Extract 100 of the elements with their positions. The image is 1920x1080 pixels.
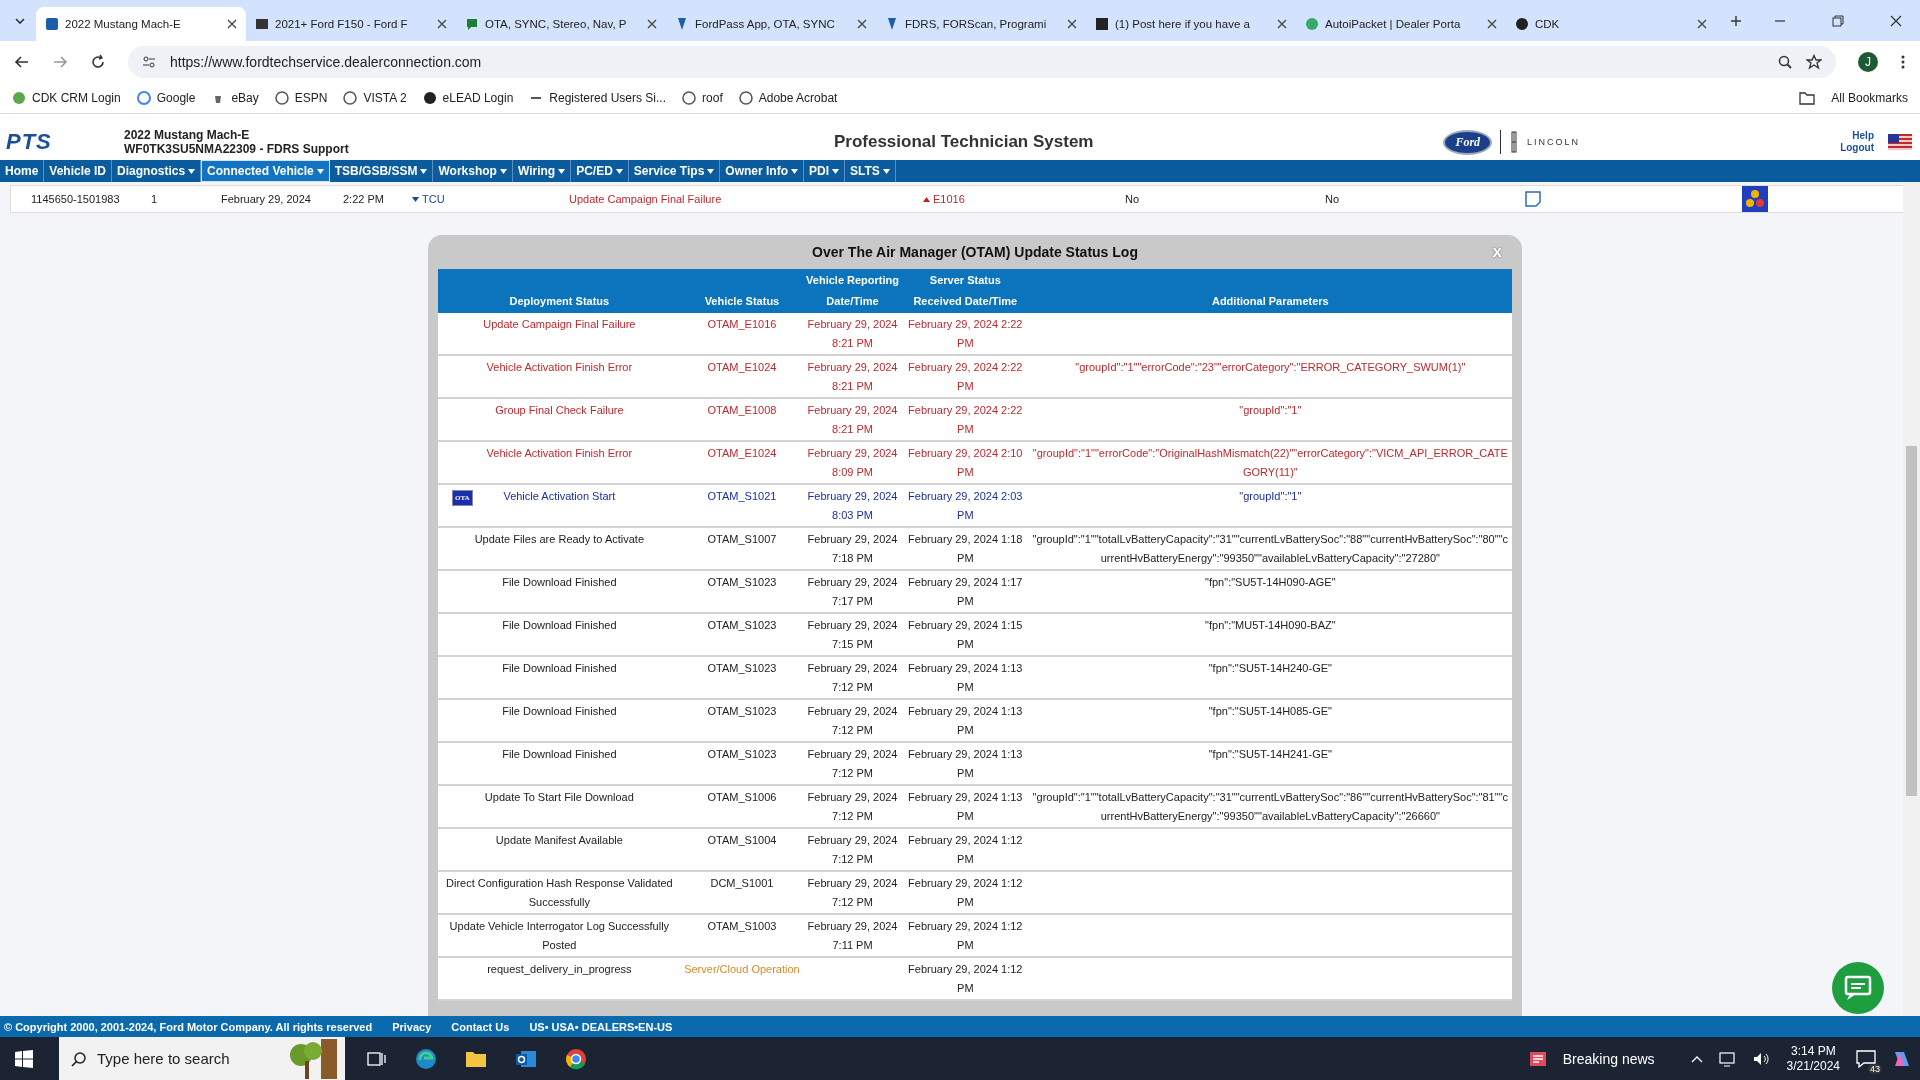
vehicle-status: OTAM_S1006 [707,791,777,803]
forward-icon[interactable] [52,54,68,70]
deployment-status: Vehicle Activation Start [503,490,616,502]
deployment-status: request_delivery_in_progress [487,963,632,975]
update-icon[interactable] [1742,186,1768,212]
network-icon[interactable] [1718,1050,1737,1067]
nav-menu-item[interactable]: Connected Vehicle [201,160,330,182]
windows-start-icon[interactable] [15,1049,33,1068]
copyright-text: © Copyright 2000, 2001-2024, Ford Motor Company. All rights reserved [4,1020,373,1033]
close-icon[interactable] [227,19,237,29]
parameters-text: "groupId":"1""totalLvBatteryCapacity":"31""currentLvBatterySoc":"88""currentHvBatterySoc":"80""currentHvBatteryEnergy":"99350""availableLvBatteryCapacity":"27280" [1032,533,1509,564]
site-info-icon[interactable] [142,55,156,69]
taskbar-search-field[interactable]: Type here to search [59,1037,345,1080]
zoom-icon[interactable] [1778,55,1792,69]
bookmark-icon[interactable] [274,91,289,105]
received-time: February 29, 2024 1:12 PM [908,877,1023,908]
deployment-status: File Download Finished [502,748,617,760]
menu-icon[interactable] [1900,54,1906,70]
close-icon[interactable] [437,19,447,29]
close-icon[interactable] [1890,14,1902,27]
new-tab-icon[interactable] [1730,14,1742,27]
bookmark-folder[interactable]: All Bookmarks [1831,91,1908,105]
caret-icon [791,168,798,174]
help-link[interactable]: Help [1852,130,1874,142]
caret-icon [188,168,196,174]
scrollbar[interactable] [1903,182,1920,1016]
table-cell-text: Update Campaign Final Failure [569,193,723,205]
clock-date[interactable]: 3/21/2024 [1786,1058,1840,1074]
notification-icon[interactable] [1856,1049,1876,1068]
code-link[interactable]: E1016 [933,193,965,205]
bookmark-icon[interactable] [738,91,753,105]
reported-time: February 29, 2024 8:21 PM [807,361,898,392]
module-link[interactable]: TCU [422,193,445,205]
site-logo[interactable]: PTS [6,129,124,155]
bookmark-link[interactable]: ESPN [294,91,328,105]
browser-tab[interactable]: 2021+ Ford F150 - Ford F [246,7,456,41]
reload-icon[interactable] [90,54,106,70]
bookmark-link[interactable]: CDK CRM Login [32,91,121,105]
bookmark-link[interactable]: Registered Users Si... [549,91,667,105]
close-icon[interactable] [647,19,657,29]
received-time: February 29, 2024 2:22 PM [908,318,1023,349]
tab-title: 2021+ Ford F150 - Ford F [275,18,409,30]
close-icon[interactable] [1487,19,1497,29]
parameters-text: "fpn":"SU5T-14H241-GE" [1208,748,1332,760]
edge-icon[interactable] [415,1047,437,1070]
bookmark-link[interactable]: eBay [231,91,259,105]
search-icon [71,1050,87,1067]
bookmark-icon[interactable] [343,91,358,105]
browser-tab[interactable]: OTA, SYNC, Stereo, Nav, P [456,7,666,41]
news-icon[interactable] [1528,1050,1547,1067]
browser-tab[interactable]: CDK [1506,7,1716,41]
footer-link[interactable]: Privacy [392,1020,432,1033]
address-field[interactable]: https://www.fordtechservice.dealerconnection.com [128,46,1836,78]
close-icon[interactable] [1067,19,1077,29]
browser-icon[interactable] [565,1047,587,1070]
task-view-icon[interactable] [367,1049,387,1068]
tab-title: (1) Post here if you have a [1115,18,1251,30]
bookmark-link[interactable]: eLEAD Login [442,91,514,105]
bookmark-link[interactable]: Google [156,91,196,105]
deployment-status: Update Vehicle Interrogator Log Successfully Posted [449,920,670,951]
browser-tab[interactable]: 2022 Mustang Mach-E [36,7,246,41]
favicon-icon [45,17,59,31]
bookmark-link[interactable]: Adobe Acrobat [758,91,838,105]
bookmark-icon[interactable] [682,91,697,105]
logout-link[interactable]: Logout [1840,142,1874,154]
bookmark-link[interactable]: VISTA 2 [363,91,407,105]
folder-icon[interactable] [1799,91,1816,105]
bookmark-link[interactable]: roof [702,91,723,105]
profile-avatar[interactable]: J [1858,52,1878,72]
caret-icon[interactable] [923,196,930,202]
vehicle-status: DCM_S1001 [710,877,774,889]
browser-tab[interactable]: AutoiPacket | Dealer Porta [1296,7,1506,41]
chat-icon[interactable] [1832,962,1884,1014]
chevron-up-icon[interactable] [1690,1054,1703,1063]
close-icon[interactable] [1697,19,1707,29]
note-icon[interactable] [1525,191,1541,207]
close-icon[interactable] [857,19,867,29]
browser-tab[interactable]: (1) Post here if you have a [1086,7,1296,41]
star-icon[interactable] [1806,54,1822,70]
bookmark-icon[interactable] [422,91,437,105]
restore-icon[interactable] [1832,14,1844,27]
scrollbar-thumb[interactable] [1906,446,1917,796]
footer-link[interactable]: Contact Us [451,1020,510,1033]
placeholder-text: Type here to search [97,1050,231,1067]
reported-time: February 29, 2024 7:12 PM [807,877,898,908]
received-time: February 29, 2024 2:10 PM [908,447,1023,478]
browser-tab[interactable]: FordPass App, OTA, SYNC [666,7,876,41]
close-icon[interactable] [1277,19,1287,29]
vehicle-status: OTAM_S1004 [707,834,777,846]
tab-title: 2022 Mustang Mach-E [65,18,182,30]
deployment-status: Direct Configuration Hash Response Validated Successfully [446,877,673,908]
favicon-icon [1095,17,1109,31]
column-header: Server Status Received Date/Time [901,269,1029,313]
back-icon[interactable] [14,54,30,70]
news-widget[interactable]: Breaking news [1562,1050,1655,1067]
parameters-text: "groupId":"1""errorCode":"23""errorCategory":"ERROR_CATEGORY_SWUM(1)" [1075,361,1466,373]
clock-time[interactable]: 3:14 PM [1790,1043,1836,1059]
browser-tab[interactable]: FDRS, FORScan, Programi [876,7,1086,41]
tab-title: FDRS, FORScan, Programi [905,18,1048,30]
caret-icon[interactable] [412,196,419,202]
